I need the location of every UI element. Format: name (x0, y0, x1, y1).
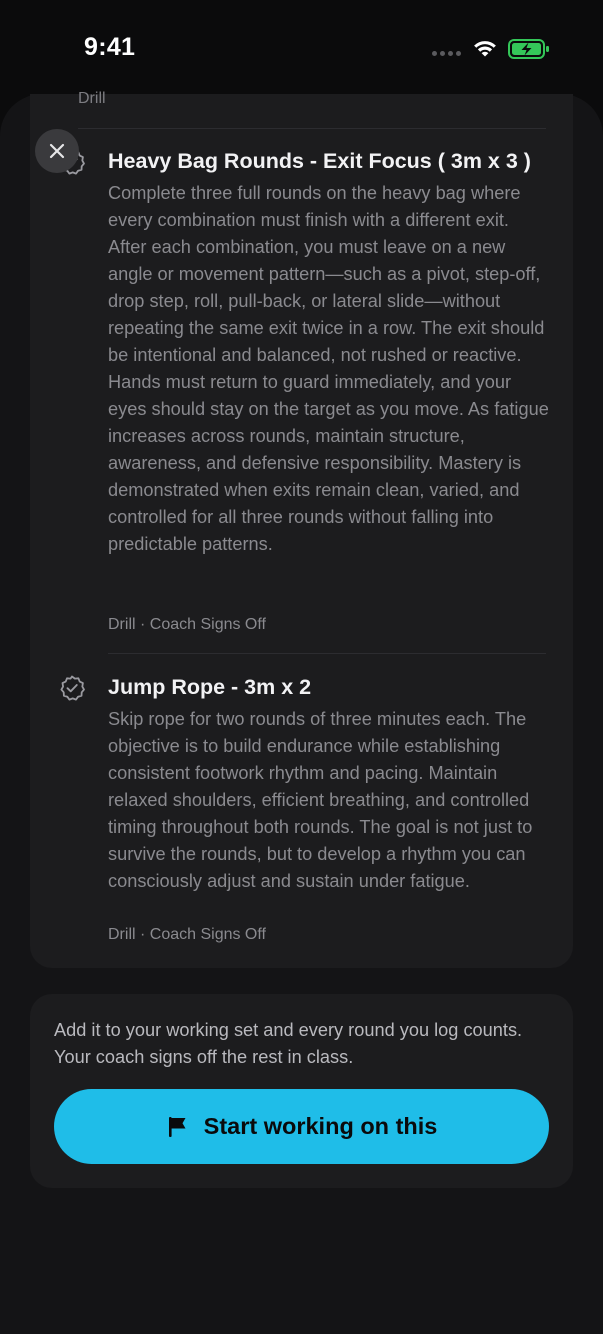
cta-card: Add it to your working set and every rou… (30, 994, 573, 1188)
drill-description: Complete three full rounds on the heavy … (108, 183, 549, 554)
close-button[interactable] (35, 129, 79, 173)
drill-meta: Drill · Coach Signs Off (108, 926, 266, 943)
battery-charging-icon (508, 39, 549, 59)
cellular-signal-icon (432, 51, 461, 56)
close-icon (49, 143, 65, 159)
previous-item-meta: Drill (78, 90, 106, 107)
status-time: 9:41 (84, 33, 136, 61)
divider (108, 653, 546, 654)
wifi-icon (474, 41, 496, 57)
divider (78, 128, 546, 129)
verified-badge-icon (60, 675, 85, 701)
cta-description: Add it to your working set and every rou… (54, 1020, 523, 1067)
flag-icon (168, 1116, 186, 1137)
drill-description: Skip rope for two rounds of three minute… (108, 709, 533, 891)
drill-meta: Drill · Coach Signs Off (108, 616, 266, 633)
drill-title: Heavy Bag Rounds - Exit Focus ( 3m x 3 ) (108, 149, 531, 173)
status-bar: 9:41 (0, 0, 603, 96)
start-working-button[interactable]: Start working on this (54, 1089, 549, 1164)
start-working-button-label: Start working on this (203, 1113, 438, 1139)
drill-title: Jump Rope - 3m x 2 (108, 675, 312, 699)
